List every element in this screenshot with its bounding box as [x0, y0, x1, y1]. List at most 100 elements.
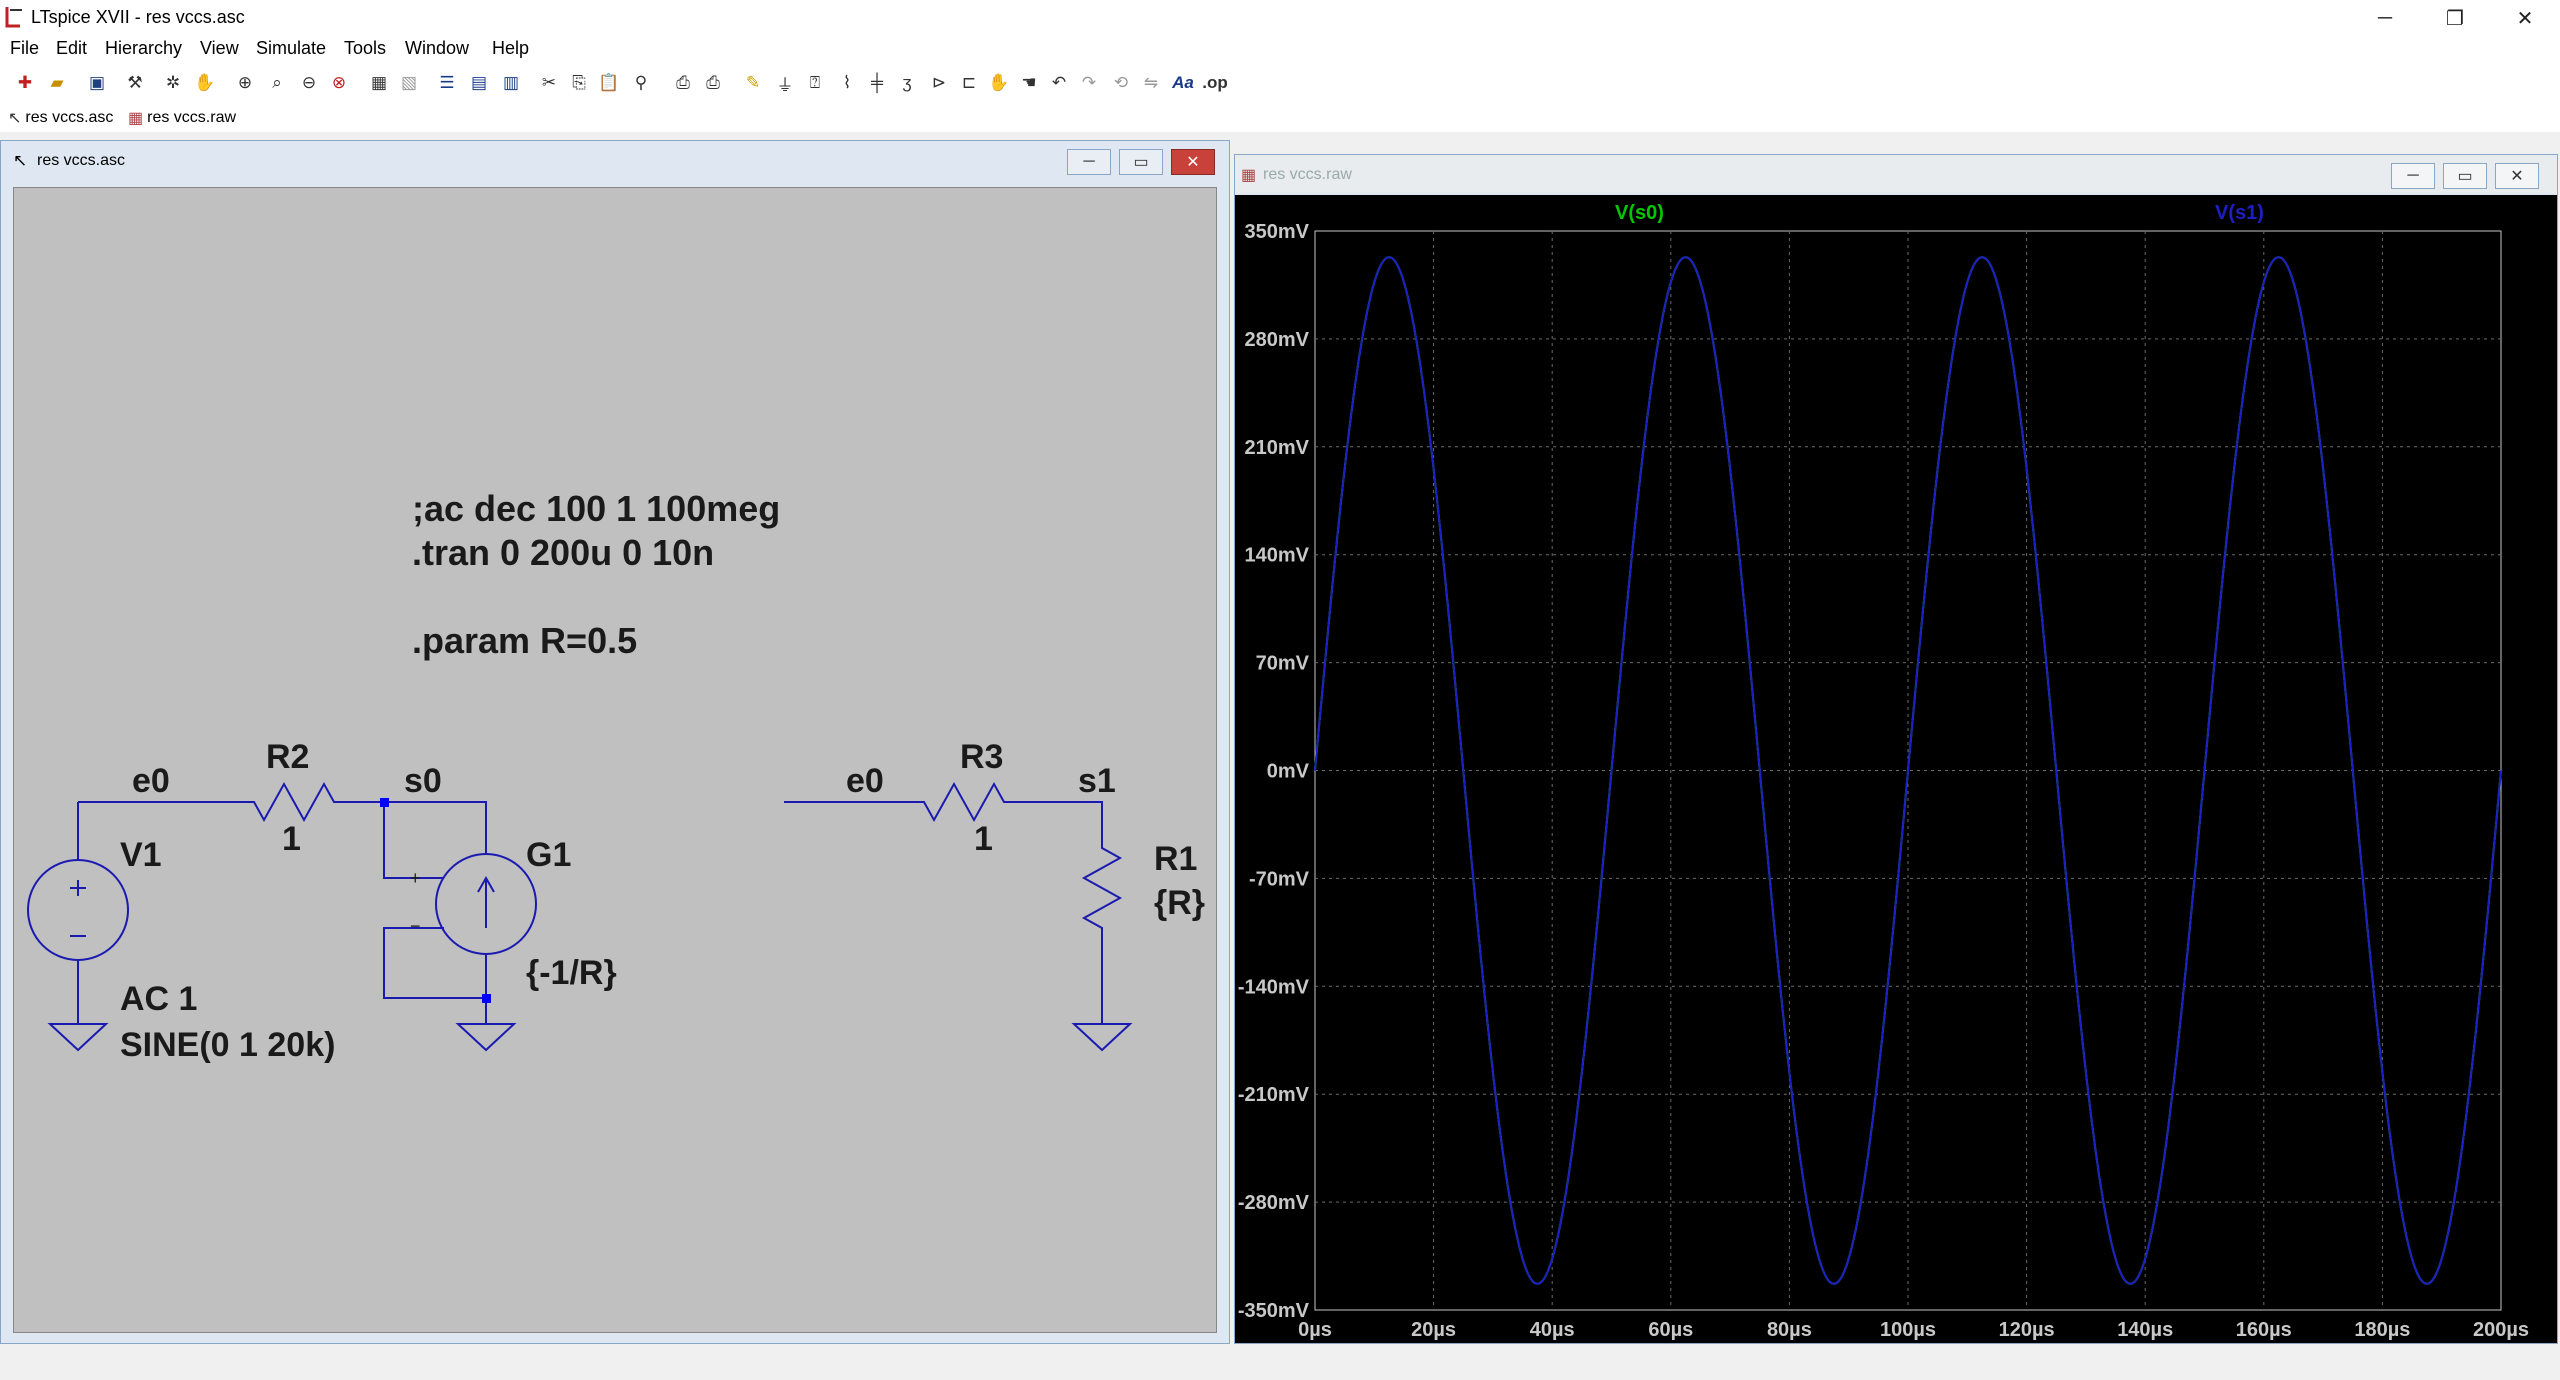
menu-view[interactable]: View	[200, 38, 239, 59]
waveform-window-title: res vccs.raw	[1263, 166, 1352, 183]
waveform-close-button[interactable]: ✕	[2495, 163, 2539, 189]
menu-bar: File Edit Hierarchy View Simulate Tools …	[0, 36, 2560, 62]
find-icon[interactable]: ⚲	[628, 70, 654, 96]
net-label-s0[interactable]: s0	[404, 762, 442, 800]
tab-waveform[interactable]: ▦ res vccs.raw	[128, 107, 236, 129]
menu-file[interactable]: File	[10, 38, 39, 59]
mirror-icon[interactable]: ⇋	[1138, 70, 1164, 96]
status-bar	[0, 1348, 2560, 1380]
g1-value[interactable]: {-1/R}	[526, 954, 617, 992]
ground-icon[interactable]: ⏚	[772, 70, 798, 96]
y-tick-label: -140mV	[1238, 976, 1310, 998]
zoom-out-icon[interactable]: ⊖	[296, 70, 322, 96]
waveform-window-caption: ▦ res vccs.raw ─ ▭ ✕	[1235, 155, 2557, 193]
v1-sine-value[interactable]: SINE(0 1 20k)	[120, 1026, 335, 1064]
r1-value[interactable]: {R}	[1154, 884, 1205, 922]
schematic-window[interactable]: ↖ res vccs.asc ─ ▭ ✕ ;ac dec 100 1 100me…	[0, 140, 1230, 1344]
x-tick-label: 160µs	[2236, 1319, 2292, 1341]
net-label-s1[interactable]: s1	[1078, 762, 1116, 800]
resistor-icon[interactable]: ⌇	[834, 70, 860, 96]
minimize-button[interactable]: ─	[2350, 0, 2420, 36]
tile-horizontal-icon[interactable]: ☰	[434, 70, 460, 96]
run-icon[interactable]: ✲	[160, 70, 186, 96]
directive-ac[interactable]: ;ac dec 100 1 100meg	[412, 488, 780, 529]
text-icon[interactable]: Aa	[1170, 70, 1196, 96]
autorange-icon[interactable]: ▦	[366, 70, 392, 96]
v1-name[interactable]: V1	[120, 836, 162, 874]
resistor-r1-symbol[interactable]	[1081, 838, 1123, 938]
legend-vs1: V(s1)	[2215, 202, 2264, 224]
waveform-plot-area[interactable]: 0µs 20µs 40µs 60µs 80µs 100µs 120µs 140µs 160µs 1…	[1235, 195, 2557, 1343]
x-tick-label: 0µs	[1298, 1319, 1332, 1341]
schematic-minimize-button[interactable]: ─	[1067, 149, 1111, 175]
paste-icon[interactable]: 📋	[596, 70, 622, 96]
net-label-e0-right[interactable]: e0	[846, 762, 884, 800]
fft-icon[interactable]: ▧	[396, 70, 422, 96]
draw-wire-icon[interactable]: ✎	[740, 70, 766, 96]
y-tick-label: -210mV	[1238, 1084, 1310, 1106]
net-label-e0-left[interactable]: e0	[132, 762, 170, 800]
directive-param[interactable]: .param R=0.5	[412, 620, 637, 661]
legend-vs0: V(s0)	[1615, 202, 1664, 224]
g1-name[interactable]: G1	[526, 836, 571, 874]
menu-help[interactable]: Help	[492, 38, 529, 59]
v1-ac-value[interactable]: AC 1	[120, 980, 197, 1018]
menu-window[interactable]: Window	[405, 38, 469, 59]
menu-hierarchy[interactable]: Hierarchy	[105, 38, 182, 59]
save-icon[interactable]: ▣	[84, 70, 110, 96]
tile-vertical-icon[interactable]: ▤	[466, 70, 492, 96]
r2-value[interactable]: 1	[282, 820, 301, 858]
label-net-icon[interactable]: ⍰	[802, 70, 828, 96]
rotate-icon[interactable]: ⟲	[1108, 70, 1134, 96]
spice-directive-icon[interactable]: .op	[1202, 70, 1228, 96]
r3-value[interactable]: 1	[974, 820, 993, 858]
control-panel-icon[interactable]: ⚒	[122, 70, 148, 96]
cut-icon[interactable]: ✂	[536, 70, 562, 96]
resistor-r3-symbol[interactable]	[914, 781, 1014, 823]
new-schematic-icon[interactable]: ✚	[12, 70, 38, 96]
schematic-close-button[interactable]: ✕	[1171, 149, 1215, 175]
zoom-fit-icon[interactable]: ⊗	[326, 70, 352, 96]
undo-icon[interactable]: ↶	[1046, 70, 1072, 96]
inductor-icon[interactable]: ʒ	[894, 70, 920, 96]
menu-simulate[interactable]: Simulate	[256, 38, 326, 59]
toolbar: ✚ ▰ ▣ ⚒ ✲ ✋ ⊕ ⌕ ⊖ ⊗ ▦ ▧ ☰ ▤ ▥ ✂ ⎘ 📋 ⚲ ⎙ …	[0, 62, 2560, 105]
r3-name[interactable]: R3	[960, 738, 1003, 776]
directive-tran[interactable]: .tran 0 200u 0 10n	[412, 532, 714, 573]
copy-icon[interactable]: ⎘	[566, 70, 592, 96]
pan-icon[interactable]: ⌕	[264, 70, 290, 96]
r1-name[interactable]: R1	[1154, 840, 1197, 878]
waveform-minimize-button[interactable]: ─	[2391, 163, 2435, 189]
resistor-r2-symbol[interactable]	[244, 781, 344, 823]
capacitor-icon[interactable]: ╪	[864, 70, 890, 96]
voltage-source-v1-symbol[interactable]	[27, 859, 129, 961]
menu-tools[interactable]: Tools	[344, 38, 386, 59]
close-button[interactable]: ✕	[2490, 0, 2560, 36]
redo-icon[interactable]: ↷	[1076, 70, 1102, 96]
drag-icon[interactable]: ☚	[1016, 70, 1042, 96]
document-tab-strip: ↖ res vccs.asc ▦ res vccs.raw	[0, 104, 2560, 133]
x-tick-label: 40µs	[1530, 1319, 1575, 1341]
schematic-canvas[interactable]: ;ac dec 100 1 100meg .tran 0 200u 0 10n …	[13, 187, 1217, 1333]
zoom-in-icon[interactable]: ⊕	[232, 70, 258, 96]
diode-icon[interactable]: ⊳	[926, 70, 952, 96]
g1-plus-label: +	[410, 868, 421, 888]
schematic-maximize-button[interactable]: ▭	[1119, 149, 1163, 175]
move-icon[interactable]: ✋	[986, 70, 1012, 96]
r2-name[interactable]: R2	[266, 738, 309, 776]
waveform-maximize-button[interactable]: ▭	[2443, 163, 2487, 189]
menu-edit[interactable]: Edit	[56, 38, 87, 59]
waveform-window[interactable]: ▦ res vccs.raw ─ ▭ ✕ 0µs 20µs 40µs 60µs 80µs…	[1234, 154, 2558, 1344]
halt-icon[interactable]: ✋	[192, 70, 218, 96]
tab-schematic[interactable]: ↖ res vccs.asc	[8, 107, 114, 129]
y-tick-label: -280mV	[1238, 1192, 1310, 1214]
mdi-workspace: ↖ res vccs.asc ─ ▭ ✕ ;ac dec 100 1 100me…	[0, 132, 2560, 1348]
print-preview-icon[interactable]: ⎙	[700, 70, 726, 96]
restore-button[interactable]: ❐	[2420, 0, 2490, 36]
print-icon[interactable]: ⎙	[670, 70, 696, 96]
cascade-icon[interactable]: ▥	[498, 70, 524, 96]
open-icon[interactable]: ▰	[44, 70, 70, 96]
waveform-chart[interactable]: 0µs 20µs 40µs 60µs 80µs 100µs 120µs 140µs 160µs 1…	[1235, 195, 2557, 1343]
component-icon[interactable]: ⊏	[956, 70, 982, 96]
app-title-bar: LTspice XVII - res vccs.asc ─ ❐ ✕	[0, 0, 2560, 36]
